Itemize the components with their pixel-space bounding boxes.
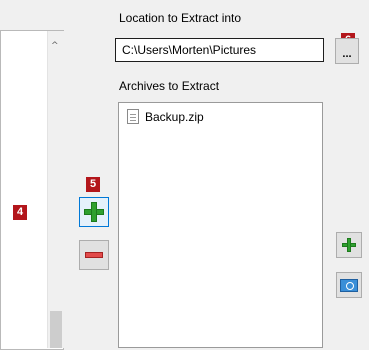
add-archive-button[interactable]: [336, 232, 362, 258]
browse-button-label: ...: [342, 48, 352, 60]
list-item[interactable]: Backup.zip: [127, 109, 204, 124]
archives-list[interactable]: Backup.zip: [118, 102, 323, 348]
remove-button[interactable]: [79, 240, 109, 270]
archive-name: Backup.zip: [145, 109, 204, 124]
minus-icon: [85, 252, 103, 258]
add-file-icon: [342, 238, 356, 252]
add-button[interactable]: [79, 197, 109, 227]
badge-5: 5: [86, 177, 100, 192]
folder-search-icon: [340, 278, 358, 292]
plus-icon: [84, 202, 104, 222]
scroll-thumb[interactable]: [50, 311, 62, 348]
location-input[interactable]: C:\Users\Morten\Pictures: [115, 38, 324, 62]
file-icon: [127, 109, 139, 124]
location-label: Location to Extract into: [119, 11, 242, 25]
browse-button[interactable]: ...: [335, 38, 359, 64]
archives-label: Archives to Extract: [119, 79, 220, 93]
left-list-scrollbar[interactable]: ^: [47, 31, 64, 348]
browse-folder-button[interactable]: [336, 272, 362, 298]
badge-4: 4: [13, 205, 27, 220]
scroll-up-icon[interactable]: ^: [51, 41, 59, 51]
